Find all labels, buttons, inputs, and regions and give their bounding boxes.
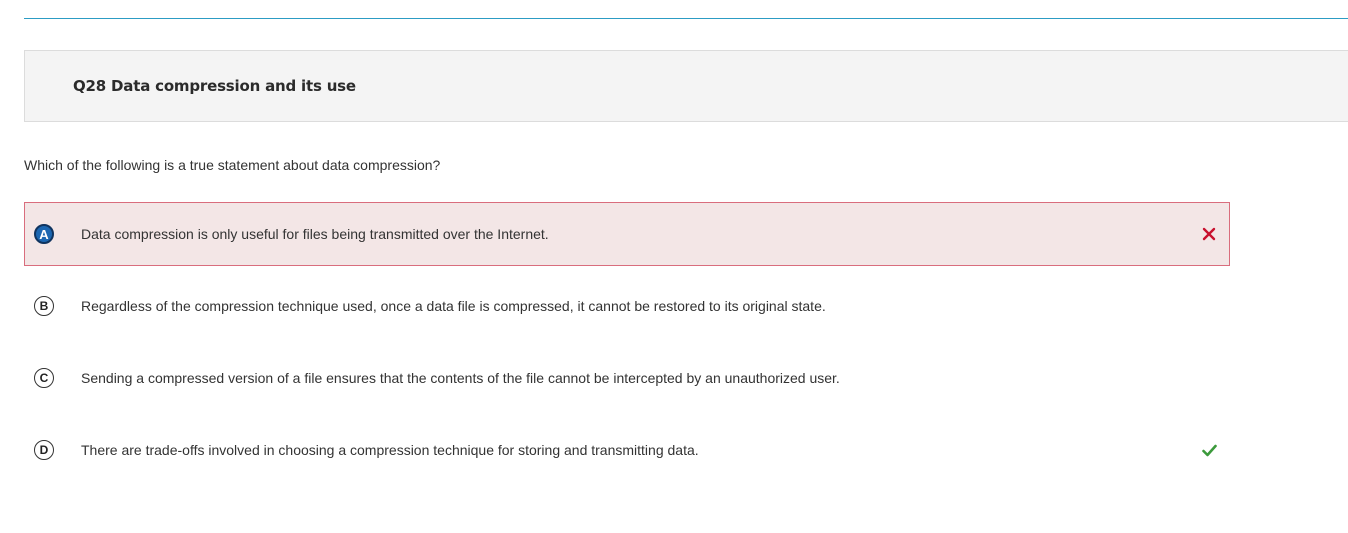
choice-c-letter-badge: C xyxy=(34,368,54,388)
choice-b[interactable]: B Regardless of the compression techniqu… xyxy=(24,274,1230,338)
choice-c[interactable]: C Sending a compressed version of a file… xyxy=(24,346,1230,410)
choice-a-letter-badge: A xyxy=(34,224,54,244)
question-title: Q28 Data compression and its use xyxy=(73,77,356,95)
choice-a[interactable]: A Data compression is only useful for fi… xyxy=(24,202,1230,266)
question-header: Q28 Data compression and its use xyxy=(24,50,1348,122)
question-prompt: Which of the following is a true stateme… xyxy=(24,157,441,173)
choice-d-letter-badge: D xyxy=(34,440,54,460)
choice-a-text: Data compression is only useful for file… xyxy=(81,226,549,242)
choice-c-text: Sending a compressed version of a file e… xyxy=(81,370,840,386)
quiz-review-page: Q28 Data compression and its use Which o… xyxy=(0,0,1348,533)
close-icon xyxy=(1201,226,1217,242)
choice-b-text: Regardless of the compression technique … xyxy=(81,298,826,314)
checkmark-icon xyxy=(1201,442,1217,458)
choice-d-text: There are trade-offs involved in choosin… xyxy=(81,442,699,458)
top-divider xyxy=(24,18,1348,19)
choice-b-letter-badge: B xyxy=(34,296,54,316)
choice-d[interactable]: D There are trade-offs involved in choos… xyxy=(24,418,1230,482)
